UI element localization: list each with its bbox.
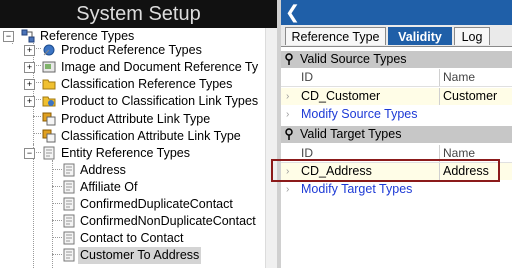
entity-reference-icon <box>43 146 55 160</box>
attribute-link-icon <box>42 129 56 143</box>
entity-type-icon <box>63 214 75 228</box>
system-setup-title: System Setup <box>0 0 277 28</box>
tree-item-label: Contact to Contact <box>80 231 184 245</box>
entity-type-icon <box>63 231 75 245</box>
tree-item-label: Image and Document Reference Ty <box>61 60 259 74</box>
tree-item-label: Customer To Address <box>78 247 202 264</box>
modify-source-types-link[interactable]: Modify Source Types <box>301 106 418 122</box>
reference-details-panel: ❮ Reference Type Validity Log Valid Sour… <box>281 0 512 268</box>
chevron-left-icon[interactable]: ❮ <box>285 3 301 21</box>
tree-item-label: ConfirmedDuplicateContact <box>80 197 233 211</box>
system-setup-header: System Setup <box>0 0 277 28</box>
valid-source-types-header: Valid Source Types <box>281 51 512 68</box>
product-reference-icon <box>43 44 55 56</box>
details-header: ❮ <box>281 0 512 25</box>
target-type-row[interactable]: › CD_Address Address <box>281 163 512 180</box>
row-expand-icon[interactable]: › <box>286 106 294 123</box>
tree-item-label: Affiliate Of <box>80 180 138 194</box>
section-title: Valid Source Types <box>300 52 407 66</box>
tree-item-label: Product Attribute Link Type <box>61 112 211 126</box>
product-classification-link-icon <box>42 96 56 107</box>
source-type-id: CD_Customer <box>301 89 381 103</box>
tab-validity[interactable]: Validity <box>388 27 452 45</box>
name-column-header[interactable]: Name <box>443 69 475 86</box>
reference-types-tree: − Reference Types + Product Reference Ty… <box>0 28 265 268</box>
id-column-header[interactable]: ID <box>301 145 313 162</box>
collapse-icon[interactable]: − <box>24 148 35 159</box>
collapse-icon[interactable]: − <box>3 31 14 42</box>
pin-icon[interactable] <box>284 53 294 66</box>
tree-item-label: Product to Classification Link Types <box>61 94 259 108</box>
pin-icon[interactable] <box>284 128 294 141</box>
entity-type-icon <box>63 163 75 177</box>
tree-item-label: Address <box>80 163 126 177</box>
source-column-header: ID Name <box>281 69 512 87</box>
row-expand-icon[interactable]: › <box>286 88 294 105</box>
expand-icon[interactable]: + <box>24 96 35 107</box>
details-tabbar: Reference Type Validity Log <box>281 25 512 47</box>
modify-target-types-link[interactable]: Modify Target Types <box>301 181 412 197</box>
id-column-header[interactable]: ID <box>301 69 313 86</box>
name-column-header[interactable]: Name <box>443 145 475 162</box>
system-setup-panel: System Setup − Reference Types + Product… <box>0 0 277 268</box>
image-reference-icon <box>42 61 56 73</box>
expand-icon[interactable]: + <box>24 79 35 90</box>
tree-item-label: ConfirmedNonDuplicateContact <box>80 214 256 228</box>
tree-item-label: Product Reference Types <box>61 43 202 57</box>
source-type-row[interactable]: › CD_Customer Customer <box>281 88 512 105</box>
entity-type-icon <box>63 197 75 211</box>
row-expand-icon[interactable]: › <box>286 181 294 198</box>
target-type-name: Address <box>443 164 489 178</box>
root-reference-icon <box>21 29 35 43</box>
entity-type-icon <box>63 180 75 194</box>
entity-type-icon <box>63 248 75 262</box>
tree-scrollbar[interactable] <box>265 28 277 268</box>
attribute-link-icon <box>42 112 56 126</box>
tree-item-label: Entity Reference Types <box>61 146 191 160</box>
row-expand-icon[interactable]: › <box>286 163 294 180</box>
expand-icon[interactable]: + <box>24 62 35 73</box>
classification-folder-icon <box>42 79 56 90</box>
target-type-id: CD_Address <box>301 164 372 178</box>
target-column-header: ID Name <box>281 145 512 163</box>
section-title: Valid Target Types <box>300 127 402 141</box>
tab-reference-type[interactable]: Reference Type <box>285 27 386 45</box>
tree-item-label: Classification Reference Types <box>61 77 233 91</box>
tree-item-label: Classification Attribute Link Type <box>61 129 241 143</box>
tab-log[interactable]: Log <box>454 27 490 45</box>
expand-icon[interactable]: + <box>24 45 35 56</box>
valid-target-types-header: Valid Target Types <box>281 126 512 143</box>
source-type-name: Customer <box>443 89 498 103</box>
